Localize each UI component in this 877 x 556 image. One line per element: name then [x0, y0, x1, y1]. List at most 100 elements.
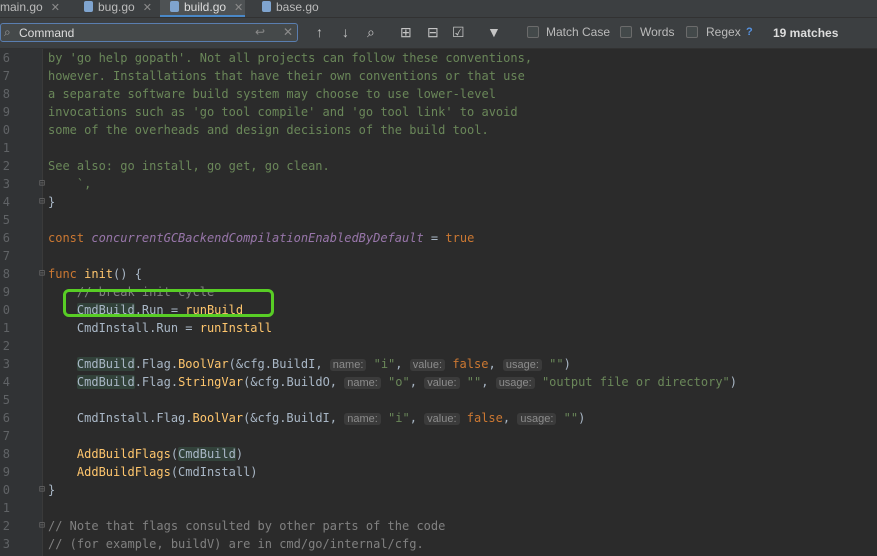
go-file-icon: [84, 1, 93, 12]
code-line[interactable]: CmdBuild.Flag.BoolVar(&cfg.BuildI, name:…: [48, 355, 571, 373]
tab-base-go[interactable]: base.go: [262, 0, 319, 17]
code-token: "": [459, 375, 482, 389]
code-line[interactable]: CmdInstall.Run = runInstall: [48, 319, 272, 337]
code-line[interactable]: AddBuildFlags(CmdBuild): [48, 445, 243, 463]
highlight-annotation: [63, 289, 274, 317]
parameter-hint: value:: [409, 359, 446, 371]
words-label[interactable]: Words: [640, 26, 674, 39]
code-token: const: [48, 231, 92, 245]
line-number: 0: [2, 123, 10, 137]
code-line[interactable]: `,: [48, 175, 91, 193]
code-line[interactable]: CmdBuild.Flag.StringVar(&cfg.BuildO, nam…: [48, 373, 737, 391]
code-token: CmdInstall.Run =: [48, 321, 200, 335]
code-token: ,: [502, 411, 518, 425]
code-token: (&cfg.BuildI,: [228, 357, 330, 371]
remove-selection-icon[interactable]: ⊟: [427, 24, 439, 40]
tab-label: base.go: [276, 0, 319, 14]
code-line[interactable]: AddBuildFlags(CmdInstall): [48, 463, 258, 481]
code-token: ): [729, 375, 738, 389]
code-token: // Note that flags consulted by other pa…: [48, 519, 446, 533]
code-token: ): [563, 357, 571, 371]
line-number: 4: [2, 375, 10, 389]
line-number: 0: [2, 303, 10, 317]
match-case-label[interactable]: Match Case: [546, 26, 610, 39]
line-number: 5: [2, 213, 10, 227]
line-number: 8: [2, 447, 10, 461]
line-number: 3: [2, 537, 10, 551]
line-number: 3: [2, 177, 10, 191]
code-line[interactable]: invocations such as 'go tool compile' an…: [48, 103, 518, 121]
line-number: 9: [2, 105, 10, 119]
code-token: (: [170, 447, 179, 461]
filter-icon[interactable]: ▼: [487, 24, 501, 40]
find-bar: ⌕ ↩ ✕ ↑ ↓ ⌕ ⊞ ⊟ ☑ ▼ Match Case Words Reg…: [0, 18, 877, 49]
code-line[interactable]: }: [48, 481, 55, 499]
code-line[interactable]: }: [48, 193, 55, 211]
code-line[interactable]: CmdInstall.Flag.BoolVar(&cfg.BuildI, nam…: [48, 409, 585, 427]
code-token: false: [445, 357, 489, 371]
fold-marker-icon[interactable]: ⊟: [39, 193, 45, 211]
code-token: AddBuildFlags: [76, 465, 171, 479]
line-number: 1: [2, 141, 10, 155]
code-editor[interactable]: 6 by 'go help gopath'. Not all projects c…: [0, 49, 877, 556]
tab-build-go[interactable]: build.go ✕: [160, 0, 245, 17]
close-icon[interactable]: ✕: [234, 2, 243, 14]
code-token: (&cfg.BuildI,: [243, 411, 345, 425]
find-in-path-icon[interactable]: ⌕: [367, 24, 375, 40]
line-number: 7: [2, 69, 10, 83]
newline-icon[interactable]: ↩: [255, 25, 265, 39]
code-token: ): [578, 411, 586, 425]
code-line[interactable]: See also: go install, go get, go clean.: [48, 157, 330, 175]
select-all-occurrences-icon[interactable]: ☑: [452, 24, 465, 40]
code-token: "": [556, 411, 579, 425]
close-icon[interactable]: ✕: [143, 2, 152, 14]
search-icon[interactable]: ⌕: [4, 25, 11, 40]
code-line[interactable]: // Note that flags consulted by other pa…: [48, 517, 445, 535]
fold-marker-icon[interactable]: ⊟: [39, 517, 45, 535]
parameter-hint: name:: [344, 377, 381, 389]
code-line[interactable]: however. Installations that have their o…: [48, 67, 525, 85]
search-field[interactable]: ⌕ ↩ ✕: [0, 23, 298, 42]
regex-checkbox[interactable]: [686, 26, 698, 38]
code-line[interactable]: // (for example, buildV) are in cmd/go/i…: [48, 535, 424, 553]
code-token: "output file or directory": [534, 375, 730, 389]
tab-label: bug.go: [98, 0, 135, 14]
parameter-hint: usage:: [495, 377, 535, 389]
fold-marker-icon[interactable]: ⊟: [39, 481, 45, 499]
code-token: "i": [380, 411, 410, 425]
match-case-checkbox[interactable]: [527, 26, 539, 38]
arrow-down-icon[interactable]: ↓: [342, 24, 349, 40]
code-token: See also: go install, go get, go clean.: [48, 159, 330, 173]
code-line[interactable]: a separate software build system may cho…: [48, 85, 496, 103]
add-selection-icon[interactable]: ⊞: [400, 24, 412, 40]
go-file-icon: [262, 1, 271, 12]
line-number: 2: [2, 159, 10, 173]
code-token: ,: [409, 375, 425, 389]
regex-label[interactable]: Regex: [706, 26, 741, 39]
code-line[interactable]: by 'go help gopath'. Not all projects ca…: [48, 49, 532, 67]
code-token: false: [459, 411, 503, 425]
fold-marker-icon[interactable]: ⊟: [39, 175, 45, 193]
words-checkbox[interactable]: [620, 26, 632, 38]
help-icon[interactable]: ?: [746, 26, 753, 38]
tab-bug-go[interactable]: bug.go ✕: [84, 0, 152, 17]
code-token: AddBuildFlags: [76, 447, 171, 461]
search-match: CmdBuild: [178, 447, 236, 461]
clear-icon[interactable]: ✕: [283, 25, 293, 39]
code-line[interactable]: const concurrentGCBackendCompilationEnab…: [48, 229, 474, 247]
search-input[interactable]: [19, 25, 239, 40]
parameter-hint: value:: [424, 377, 460, 389]
line-number: 5: [2, 393, 10, 407]
close-icon[interactable]: ✕: [51, 2, 60, 14]
line-number: 7: [2, 249, 10, 263]
code-token: StringVar: [178, 375, 244, 389]
arrow-up-icon[interactable]: ↑: [316, 24, 323, 40]
code-line[interactable]: func init() {: [48, 265, 142, 283]
code-line[interactable]: some of the overheads and design decisio…: [48, 121, 489, 139]
code-token: BoolVar: [178, 357, 229, 371]
tab-main-go[interactable]: main.go ✕: [0, 0, 60, 17]
fold-marker-icon[interactable]: ⊟: [39, 265, 45, 283]
code-token: invocations such as 'go tool compile' an…: [48, 105, 518, 119]
